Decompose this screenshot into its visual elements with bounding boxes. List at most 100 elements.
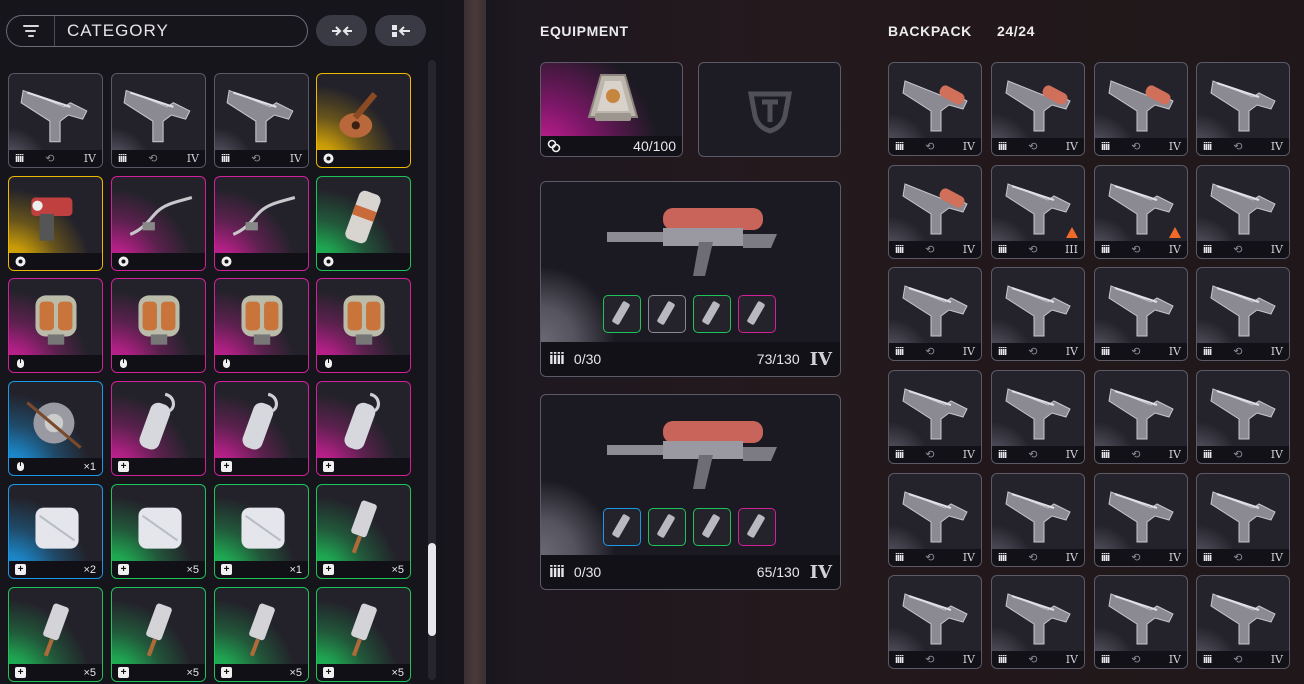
- stash-item[interactable]: iiii ⟲ IV: [111, 73, 206, 168]
- stash-item[interactable]: + ×5: [214, 587, 309, 682]
- backpack-item[interactable]: iiii ⟲ IV: [888, 62, 982, 156]
- item-image: [343, 295, 385, 345]
- shield-slot[interactable]: 40/100: [540, 62, 683, 157]
- backpack-item[interactable]: iiii ⟲ IV: [991, 575, 1085, 669]
- tier-label: IV: [83, 152, 96, 165]
- backpack-item[interactable]: iiii ⟲ IV: [991, 267, 1085, 361]
- backpack-item[interactable]: iiii ⟲ IV: [1094, 575, 1188, 669]
- stash-item[interactable]: + ×1: [214, 484, 309, 579]
- stash-item[interactable]: + ×5: [316, 587, 411, 682]
- item-image: [1108, 491, 1174, 543]
- tier-label: IV: [962, 345, 975, 358]
- stash-item[interactable]: [111, 278, 206, 373]
- attachment-slot[interactable]: [648, 295, 686, 333]
- sort-button[interactable]: [375, 15, 426, 46]
- shield-icon: [587, 74, 639, 121]
- stash-item[interactable]: [8, 176, 103, 271]
- attachment-icon: [612, 301, 630, 325]
- collapse-button[interactable]: [316, 15, 367, 46]
- heal-icon: +: [221, 461, 232, 472]
- stash-item[interactable]: + ×5: [111, 587, 206, 682]
- ammo-icon: iiii: [895, 551, 904, 564]
- backpack-item[interactable]: iiii ⟲ IV: [1094, 370, 1188, 464]
- item-image: [138, 295, 180, 345]
- stash-item[interactable]: [316, 278, 411, 373]
- stash-item[interactable]: iiii ⟲ IV: [8, 73, 103, 168]
- gear-icon: [15, 256, 26, 267]
- stash-item[interactable]: [316, 73, 411, 168]
- backpack-item[interactable]: iiii ⟲ IV: [991, 370, 1085, 464]
- backpack-item[interactable]: iiii ⟲ IV: [888, 165, 982, 259]
- heal-icon: +: [15, 564, 26, 575]
- backpack-item[interactable]: iiii ⟲ IV: [888, 575, 982, 669]
- stash-item[interactable]: + ×5: [316, 484, 411, 579]
- backpack-item[interactable]: iiii ⟲ IV: [1094, 473, 1188, 567]
- item-info-bar: iiii ⟲ IV: [1095, 549, 1187, 566]
- category-filter[interactable]: CATEGORY: [6, 15, 308, 47]
- backpack-item[interactable]: iiii ⟲ IV: [1196, 267, 1290, 361]
- ammo-icon: iiii: [895, 243, 904, 256]
- item-info-bar: iiii ⟲ IV: [215, 150, 308, 167]
- attachment-slot[interactable]: [738, 508, 776, 546]
- attachment-slot[interactable]: [603, 295, 641, 333]
- attachment-slot[interactable]: [648, 508, 686, 546]
- attachment-slot[interactable]: [603, 508, 641, 546]
- tier-label: IV: [1168, 243, 1181, 256]
- weapon-slot[interactable]: iiii 0/30 73/130 IV: [540, 181, 841, 377]
- backpack-item[interactable]: iiii ⟲ IV: [888, 473, 982, 567]
- stash-item[interactable]: ×1: [8, 381, 103, 476]
- backpack-item[interactable]: iiii ⟲ IV: [1196, 473, 1290, 567]
- backpack-item[interactable]: iiii ⟲ IV: [1094, 165, 1188, 259]
- ammo-icon: iiii: [1101, 345, 1110, 358]
- mod-icon: ⟲: [925, 244, 935, 256]
- backpack-item[interactable]: iiii ⟲ IV: [1196, 575, 1290, 669]
- tier-label: IV: [1065, 448, 1078, 461]
- stash-item[interactable]: +: [111, 381, 206, 476]
- backpack-item[interactable]: iiii ⟲ IV: [888, 370, 982, 464]
- backpack-item[interactable]: iiii ⟲ IV: [1094, 62, 1188, 156]
- stash-item[interactable]: + ×5: [111, 484, 206, 579]
- mod-icon: ⟲: [1131, 346, 1141, 358]
- tier-label: IV: [962, 653, 975, 666]
- stash-item[interactable]: + ×2: [8, 484, 103, 579]
- attachment-slot[interactable]: [693, 508, 731, 546]
- empty-armor-slot[interactable]: [698, 62, 841, 157]
- stash-item[interactable]: [316, 176, 411, 271]
- stash-item[interactable]: [214, 176, 309, 271]
- ammo-icon: iiii: [1203, 551, 1212, 564]
- item-image: [123, 89, 191, 143]
- item-image: [351, 500, 377, 554]
- mod-icon: ⟲: [45, 153, 55, 165]
- item-image: [1210, 388, 1276, 440]
- tier-label: IV: [962, 448, 975, 461]
- backpack-item[interactable]: iiii ⟲ IV: [1196, 62, 1290, 156]
- item-image: [242, 392, 278, 450]
- stash-item[interactable]: [8, 278, 103, 373]
- backpack-item[interactable]: iiii ⟲ III: [991, 165, 1085, 259]
- mod-icon: ⟲: [1131, 244, 1141, 256]
- stash-item[interactable]: iiii ⟲ IV: [214, 73, 309, 168]
- stash-item[interactable]: [111, 176, 206, 271]
- stash-item[interactable]: [214, 278, 309, 373]
- stash-item[interactable]: + ×5: [8, 587, 103, 682]
- attachment-slot[interactable]: [693, 295, 731, 333]
- backpack-item[interactable]: iiii ⟲ IV: [1196, 370, 1290, 464]
- backpack-item[interactable]: iiii ⟲ IV: [888, 267, 982, 361]
- attachment-icon: [747, 301, 765, 325]
- backpack-item[interactable]: iiii ⟲ IV: [991, 62, 1085, 156]
- backpack-item[interactable]: iiii ⟲ IV: [1094, 267, 1188, 361]
- reserve-ammo: 73/130: [756, 351, 800, 367]
- backpack-item[interactable]: iiii ⟲ IV: [1196, 165, 1290, 259]
- stash-item[interactable]: +: [214, 381, 309, 476]
- reserve-ammo: 65/130: [756, 564, 800, 580]
- stash-item[interactable]: +: [316, 381, 411, 476]
- stash-scroll-thumb[interactable]: [428, 543, 436, 636]
- heal-icon: +: [15, 667, 26, 678]
- item-image: [902, 593, 968, 645]
- weapon-slot[interactable]: iiii 0/30 65/130 IV: [540, 394, 841, 590]
- mouse-icon: [223, 359, 230, 368]
- backpack-item[interactable]: iiii ⟲ IV: [991, 473, 1085, 567]
- heal-icon: +: [221, 667, 232, 678]
- filter-icon[interactable]: [7, 16, 55, 46]
- attachment-slot[interactable]: [738, 295, 776, 333]
